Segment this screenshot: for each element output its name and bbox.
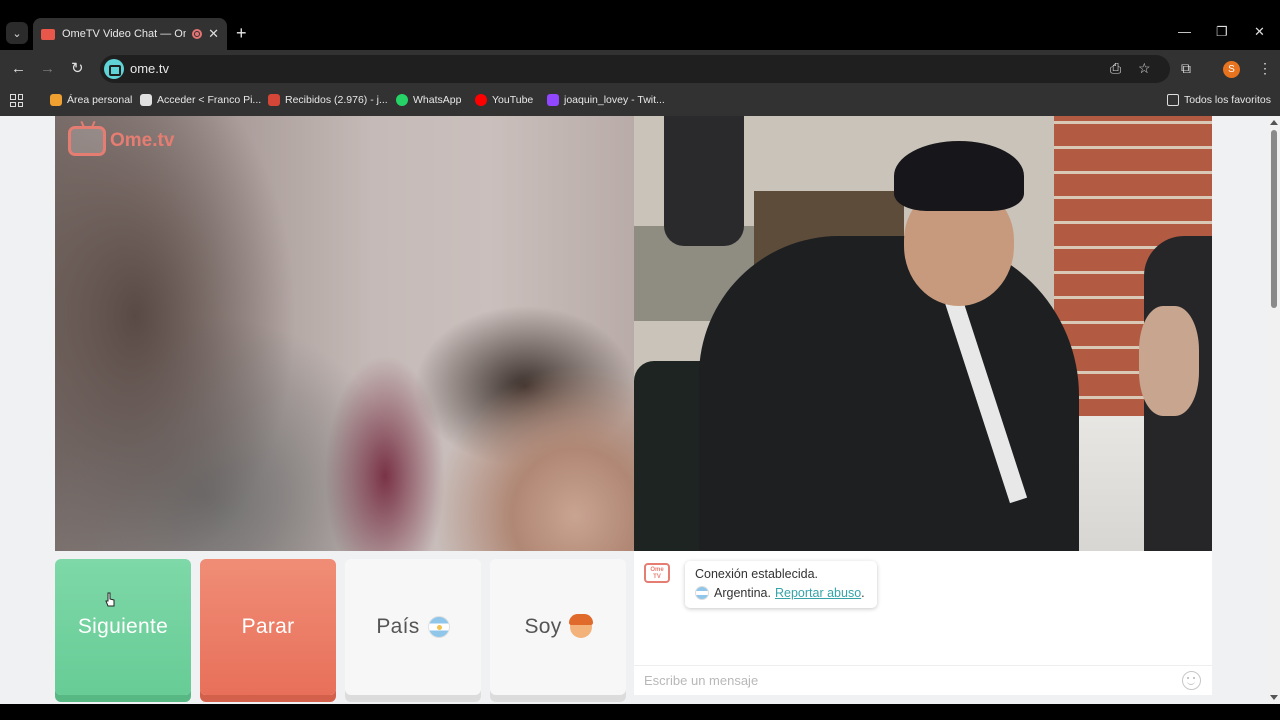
report-abuse-link[interactable]: Reportar abuso [775,586,861,600]
all-bookmarks-label: Todos los favoritos [1184,94,1271,106]
ometv-favicon-icon [41,28,55,40]
partner-country: Argentina. [714,586,771,600]
menu-kebab-icon[interactable]: ⋮ [1258,60,1272,77]
argentina-flag-icon [427,616,450,638]
hand-cursor-icon [105,592,115,607]
bookmark-area-personal[interactable]: Área personal [50,94,132,106]
recording-indicator-icon [192,29,203,39]
country-filter-button[interactable]: País [345,559,481,695]
connection-status-text: Conexión establecida. [695,567,818,581]
remote-video-feed [634,116,1212,551]
scroll-thumb[interactable] [1271,130,1277,308]
bookmarks-bar: Área personal Acceder < Franco Pi... Rec… [0,88,1280,116]
country-button-label: País [376,615,420,638]
bookmark-label: WhatsApp [413,94,462,106]
twitch-icon [547,94,559,106]
message-input[interactable] [634,665,1212,695]
apps-grid-icon[interactable] [10,94,23,107]
bookmark-gmail[interactable]: Recibidos (2.976) - j... [268,94,388,106]
logo-text: Ome.tv [110,130,175,151]
browser-toolbar: ← → ↻ ome.tv ⎙ ☆ ⧉ S ⋮ [0,50,1280,88]
video-person-hair [894,141,1024,211]
reload-icon[interactable]: ↻ [71,59,84,79]
tv-logo-icon [68,126,106,156]
next-button-label: Siguiente [77,615,169,638]
ometv-page: Ome.tv Siguiente Parar País Soy Ome TV C… [0,116,1268,704]
bookmark-star-icon[interactable]: ☆ [1138,60,1151,77]
bookmark-youtube[interactable]: YouTube [475,94,533,106]
scroll-up-arrow-icon[interactable] [1270,120,1278,125]
all-bookmarks-folder[interactable]: Todos los favoritos [1167,94,1271,106]
system-message-bubble: Conexión establecida. Argentina. Reporta… [685,561,877,608]
chat-ometv-logo-icon: Ome TV [644,563,670,583]
minimize-button[interactable]: — [1178,24,1191,39]
local-video-feed: Ome.tv [55,116,634,551]
bookmark-label: Área personal [67,94,133,106]
tab-title: OmeTV Video Chat — Ome [62,28,187,40]
bookmark-label: Recibidos (2.976) - j... [285,94,388,106]
profile-avatar[interactable]: S [1223,61,1240,78]
window-bottom-edge [0,704,1280,720]
tab-close-icon[interactable]: ✕ [208,26,219,42]
extensions-puzzle-icon[interactable]: ⧉ [1181,60,1191,77]
whatsapp-icon [396,94,408,106]
scroll-down-arrow-icon[interactable] [1270,695,1278,700]
forward-arrow-icon[interactable]: → [40,59,55,79]
url-text[interactable]: ome.tv [130,61,169,76]
folder-icon [1167,94,1179,106]
video-hand [1139,306,1199,416]
stop-button-label: Parar [241,615,295,638]
gender-button-label: Soy [524,615,562,638]
tab-strip: ⌄ OmeTV Video Chat — Ome ✕ + — ❐ ✕ [0,0,1280,50]
emoji-picker-icon[interactable] [1182,671,1201,690]
bookmark-label: joaquin_lovey - Twit... [564,94,665,106]
next-button[interactable]: Siguiente [55,559,191,695]
argentina-flag-icon [695,586,709,600]
youtube-icon [475,94,487,106]
partner-info-line: Argentina. Reportar abuso . [695,586,867,600]
ometv-logo: Ome.tv [68,126,174,156]
video-person-torso [699,236,1079,551]
bookmark-label: Acceder < Franco Pi... [157,94,262,106]
gmail-icon [268,94,280,106]
chat-panel: Ome TV Conexión establecida. Argentina. … [634,551,1212,695]
address-bar[interactable]: ome.tv ⎙ ☆ [100,55,1170,83]
video-background-person [664,116,744,246]
restore-button[interactable]: ❐ [1216,24,1228,40]
gender-select-button[interactable]: Soy [490,559,626,695]
new-tab-button[interactable]: + [236,23,247,44]
install-app-icon[interactable]: ⎙ [1110,60,1121,77]
site-camera-icon[interactable] [104,59,124,79]
bookmark-label: YouTube [492,94,534,106]
area-personal-icon [50,94,62,106]
report-suffix: . [861,586,865,600]
stop-button[interactable]: Parar [200,559,336,695]
page-scrollbar[interactable] [1268,116,1280,704]
bookmark-whatsapp[interactable]: WhatsApp [396,94,461,106]
wordpress-pi-icon [140,94,152,106]
back-arrow-icon[interactable]: ← [11,59,26,79]
tab-search-chevron-icon[interactable]: ⌄ [6,22,28,44]
bookmark-acceder[interactable]: Acceder < Franco Pi... [140,94,261,106]
bookmark-twitch[interactable]: joaquin_lovey - Twit... [547,94,665,106]
close-window-button[interactable]: ✕ [1254,24,1265,40]
boy-face-icon [568,614,593,638]
tab-ometv[interactable]: OmeTV Video Chat — Ome ✕ [33,18,227,50]
